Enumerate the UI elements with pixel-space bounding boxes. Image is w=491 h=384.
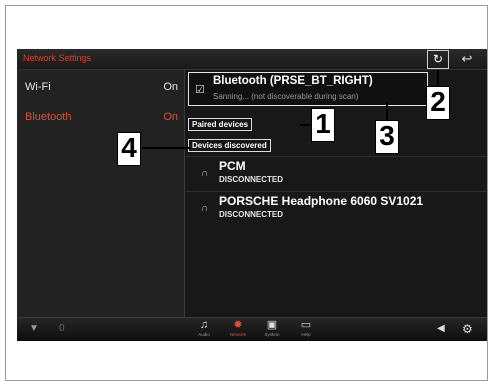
top-bar: Network Settings ↻ ↩ <box>17 49 487 70</box>
volume-icon[interactable]: ◀ <box>437 323 445 334</box>
list-item[interactable]: ∩ PCM DISCONNECTED <box>185 156 487 191</box>
settings-sidebar: Wi-Fi On Bluetooth On <box>17 70 185 317</box>
nav-system[interactable]: ▣ System <box>257 319 287 341</box>
device-list: ∩ PCM DISCONNECTED ∩ PORSCHE Headphone 6… <box>185 156 487 226</box>
sidebar-item-label: Bluetooth <box>25 111 72 123</box>
nav-label: Help <box>301 332 311 337</box>
sidebar-item-value: On <box>163 81 178 93</box>
bluetooth-scan-status: Sanning... (not discoverable during scan… <box>213 92 359 101</box>
paired-devices-header: Paired devices <box>188 118 253 131</box>
callout-1: 1 <box>311 108 335 142</box>
nav-help[interactable]: ▭ Help <box>291 319 321 341</box>
device-name: PCM <box>219 159 246 173</box>
headphone-icon: ∩ <box>201 168 209 179</box>
sidebar-item-value: On <box>163 111 178 123</box>
wifi-signal-icon: ▼ <box>29 323 39 334</box>
nav-label: System <box>264 332 280 337</box>
nav-label: Audio <box>198 332 210 337</box>
page-title: Network Settings <box>23 53 92 63</box>
nav-network[interactable]: ✹ Network <box>223 319 253 341</box>
bluetooth-device-name: Bluetooth (PRSE_BT_RIGHT) <box>213 75 373 87</box>
refresh-icon[interactable]: ↻ <box>427 50 449 69</box>
list-item[interactable]: ∩ PORSCHE Headphone 6060 SV1021 DISCONNE… <box>185 191 487 226</box>
signal-value: 0 <box>59 323 65 334</box>
device-status: DISCONNECTED <box>219 210 284 219</box>
callout-2: 2 <box>426 86 450 120</box>
back-arrow-icon[interactable]: ↩ <box>457 50 477 67</box>
checkbox-icon[interactable]: ☑ <box>195 83 205 96</box>
device-name: PORSCHE Headphone 6060 SV1021 <box>219 194 424 208</box>
sidebar-item-label: Wi-Fi <box>25 81 51 93</box>
gear-icon[interactable]: ⚙ <box>462 322 473 336</box>
music-icon: ♫ <box>199 319 209 331</box>
callout-line <box>386 102 388 122</box>
bottom-bar: ▼ 0 ♫ Audio ✹ Network ▣ System ▭ Help ◀ … <box>17 317 487 341</box>
infotainment-screen: Network Settings ↻ ↩ Wi-Fi On Bluetooth … <box>17 49 487 341</box>
callout-line <box>142 147 190 149</box>
system-icon: ▣ <box>266 319 278 331</box>
nav-label: Network <box>229 332 247 337</box>
network-icon: ✹ <box>233 319 243 331</box>
sidebar-item-bluetooth[interactable]: Bluetooth On <box>17 106 184 130</box>
headphone-icon: ∩ <box>201 203 209 214</box>
help-icon: ▭ <box>300 319 312 331</box>
bluetooth-toggle[interactable]: ☑ Bluetooth (PRSE_BT_RIGHT) Sanning... (… <box>188 72 428 106</box>
nav-audio[interactable]: ♫ Audio <box>189 319 219 341</box>
devices-discovered-header: Devices discovered <box>188 139 271 152</box>
callout-3: 3 <box>375 120 399 154</box>
sidebar-item-wifi[interactable]: Wi-Fi On <box>17 76 184 100</box>
callout-4: 4 <box>117 132 141 166</box>
device-status: DISCONNECTED <box>219 175 284 184</box>
